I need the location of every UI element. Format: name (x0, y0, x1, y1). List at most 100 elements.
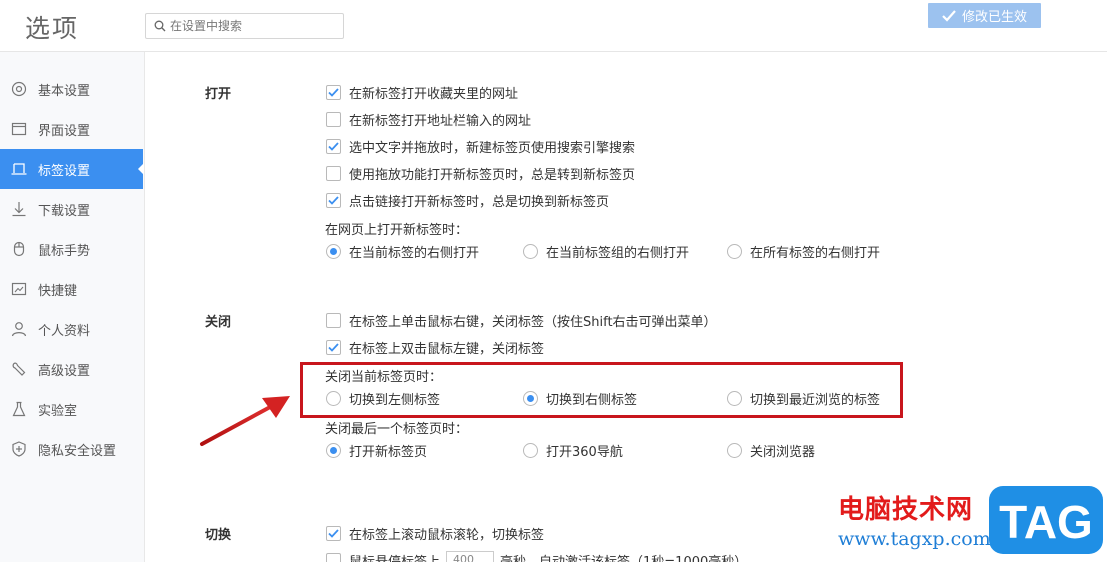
option-label: 在标签上滚动鼠标滚轮，切换标签 (349, 527, 545, 543)
keyboard-icon (11, 282, 27, 296)
radio-unselected[interactable] (523, 442, 538, 458)
radio-close-browser[interactable]: 关闭浏览器 (727, 441, 816, 460)
sidebar-item-privacy[interactable]: 隐私安全设置 (0, 429, 145, 469)
checkbox-unchecked[interactable] (326, 165, 341, 181)
option-label: 选中文字并拖放时，新建标签页使用搜索引擎搜索 (349, 140, 636, 156)
sidebar-item-profile[interactable]: 个人资料 (0, 309, 145, 349)
top-bar: 选项 修改已生效 (0, 0, 1107, 52)
checkbox-checked[interactable] (326, 84, 341, 100)
tab-icon (11, 163, 27, 175)
radio-unselected[interactable] (727, 442, 742, 458)
radio-right-of-tab-group[interactable]: 在当前标签组的右侧打开 (523, 242, 690, 261)
radio-label: 打开360导航 (546, 444, 623, 460)
option-label: 在新标签打开收藏夹里的网址 (349, 86, 519, 102)
new-tab-position-label: 在网页上打开新标签时： (325, 223, 469, 238)
checkbox-unchecked[interactable] (326, 552, 341, 562)
wrench-icon (12, 362, 26, 376)
search-input[interactable] (170, 16, 340, 36)
option-open-addressbar-new-tab[interactable]: 在新标签打开地址栏输入的网址 (326, 110, 532, 129)
checkbox-unchecked[interactable] (326, 312, 341, 328)
option-label: 鼠标悬停标签上 (349, 554, 441, 562)
last-tab-close-label: 关闭最后一个标签页时： (325, 422, 469, 437)
section-title-close: 关闭 (205, 315, 232, 330)
sidebar-item-advanced[interactable]: 高级设置 (0, 349, 145, 389)
option-drag-text-search[interactable]: 选中文字并拖放时，新建标签页使用搜索引擎搜索 (326, 137, 636, 156)
radio-unselected[interactable] (727, 243, 742, 259)
option-open-favorites-new-tab[interactable]: 在新标签打开收藏夹里的网址 (326, 83, 519, 102)
sidebar-item-label: 个人资料 (38, 323, 91, 339)
hover-delay-input[interactable]: 400 (446, 551, 495, 562)
mouse-icon (13, 241, 25, 257)
option-hover-activate-tab[interactable]: 鼠标悬停标签上 400 毫秒，自动激活该标签（1秒=1000毫秒） (326, 551, 747, 562)
highlight-box (300, 362, 903, 418)
radio-unselected[interactable] (523, 243, 538, 259)
sidebar-item-shortcuts[interactable]: 快捷键 (0, 269, 145, 309)
option-label: 在标签上单击鼠标右键，关闭标签（按住Shift右击可弹出菜单） (349, 314, 717, 330)
checkbox-checked[interactable] (326, 339, 341, 355)
sidebar-item-label: 实验室 (38, 403, 78, 419)
option-link-switch-new-tab[interactable]: 点击链接打开新标签时，总是切换到新标签页 (326, 191, 610, 210)
sidebar-item-lab[interactable]: 实验室 (0, 389, 145, 429)
radio-open-new-tab[interactable]: 打开新标签页 (326, 441, 428, 460)
radio-label: 在当前标签组的右侧打开 (546, 245, 690, 261)
radio-right-of-current-tab[interactable]: 在当前标签的右侧打开 (326, 242, 479, 261)
window-icon (11, 122, 27, 136)
radio-open-360-nav[interactable]: 打开360导航 (523, 441, 623, 460)
radio-label: 在所有标签的右侧打开 (750, 245, 881, 261)
watermark-logo-text: TAG (999, 496, 1093, 548)
sidebar-item-label: 高级设置 (38, 363, 91, 379)
check-icon (328, 528, 339, 538)
checkbox-unchecked[interactable] (326, 111, 341, 127)
annotation-arrow-icon (200, 396, 290, 446)
search-icon (154, 20, 166, 32)
checkbox-checked[interactable] (326, 525, 341, 541)
sidebar-item-mouse-gesture[interactable]: 鼠标手势 (0, 229, 145, 269)
checkbox-checked[interactable] (326, 192, 341, 208)
watermark-site-name: 电脑技术网 (838, 495, 974, 525)
option-label: 在新标签打开地址栏输入的网址 (349, 113, 532, 129)
sidebar-item-label: 标签设置 (38, 163, 91, 179)
watermark-tag-logo: TAG (989, 486, 1103, 554)
check-icon (328, 342, 339, 352)
option-double-click-close[interactable]: 在标签上双击鼠标左键，关闭标签 (326, 338, 545, 357)
settings-circle-icon (11, 81, 27, 97)
option-drag-switch-new-tab[interactable]: 使用拖放功能打开新标签页时，总是转到新标签页 (326, 164, 635, 183)
sidebar: 基本设置 界面设置 标签设置 下载设置 鼠标手势 快捷键 个人资料 高级设置 实… (0, 52, 145, 562)
radio-selected[interactable] (326, 442, 341, 458)
radio-right-of-all-tabs[interactable]: 在所有标签的右侧打开 (727, 242, 881, 261)
sidebar-item-label: 基本设置 (38, 83, 91, 99)
check-icon (328, 195, 339, 205)
sidebar-item-label: 界面设置 (38, 123, 91, 139)
page-title: 选项 (25, 14, 80, 43)
check-icon (328, 87, 339, 97)
checkbox-checked[interactable] (326, 138, 341, 154)
section-title-open: 打开 (205, 87, 232, 102)
person-icon (11, 322, 27, 337)
check-icon (942, 9, 956, 22)
download-icon (12, 202, 26, 217)
section-title-switch: 切换 (205, 528, 232, 543)
sidebar-item-label: 鼠标手势 (38, 243, 91, 259)
changes-applied-label: 修改已生效 (961, 10, 1027, 25)
option-label: 毫秒，自动激活该标签（1秒=1000毫秒） (500, 554, 748, 562)
option-label: 在标签上双击鼠标左键，关闭标签 (349, 341, 545, 357)
sidebar-item-download[interactable]: 下载设置 (0, 189, 145, 229)
radio-selected[interactable] (326, 243, 341, 259)
flask-icon (12, 401, 26, 417)
radio-label: 打开新标签页 (349, 444, 428, 460)
changes-applied-button[interactable]: 修改已生效 (928, 3, 1041, 28)
sidebar-item-tabs[interactable]: 标签设置 (0, 149, 144, 189)
option-right-click-close[interactable]: 在标签上单击鼠标右键，关闭标签（按住Shift右击可弹出菜单） (326, 311, 717, 330)
watermark-url: www.tagxp.com (838, 528, 991, 550)
sidebar-item-label: 下载设置 (38, 203, 91, 219)
search-box[interactable] (145, 13, 344, 39)
option-wheel-switch-tab[interactable]: 在标签上滚动鼠标滚轮，切换标签 (326, 524, 545, 543)
sidebar-item-label: 快捷键 (38, 283, 78, 299)
sidebar-item-interface[interactable]: 界面设置 (0, 109, 145, 149)
shield-icon (12, 441, 26, 457)
check-icon (328, 141, 339, 151)
sidebar-item-label: 隐私安全设置 (38, 443, 117, 459)
sidebar-item-basic[interactable]: 基本设置 (0, 69, 145, 109)
option-label: 点击链接打开新标签时，总是切换到新标签页 (349, 194, 610, 210)
radio-label: 关闭浏览器 (750, 444, 816, 460)
